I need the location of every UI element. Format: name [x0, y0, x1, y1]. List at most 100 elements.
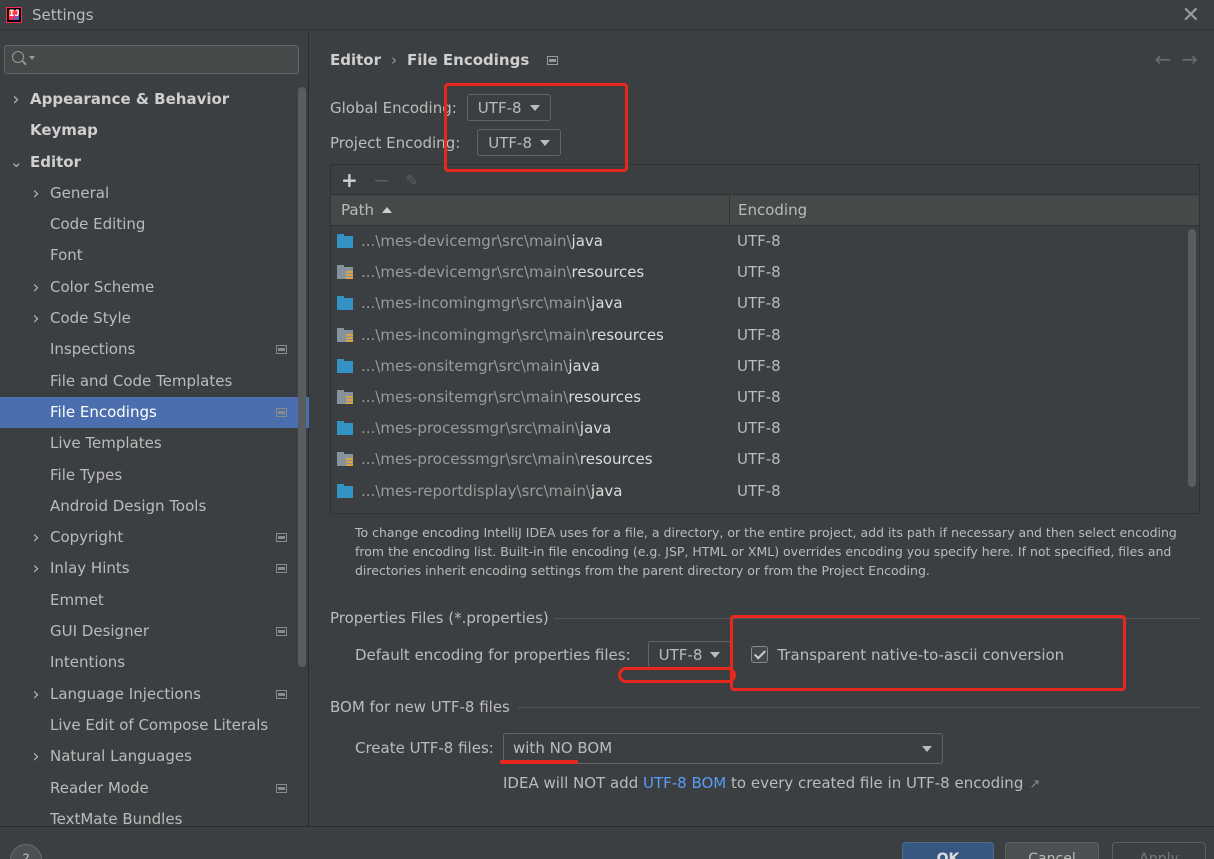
table-row[interactable]: ...\mes-reportdisplay\src\main\java UTF-8: [331, 476, 1199, 507]
sidebar-item[interactable]: Android Design Tools: [0, 491, 309, 522]
column-divider[interactable]: [729, 195, 730, 226]
table-row[interactable]: ...\mes-processmgr\src\main\resources UTF…: [331, 444, 1199, 475]
source-folder-icon: [337, 483, 353, 498]
chevron-down-icon[interactable]: ⌄: [10, 147, 23, 178]
table-row[interactable]: ...\mes-processmgr\src\main\java UTF-8: [331, 413, 1199, 444]
project-encoding-label: Project Encoding:: [330, 133, 461, 152]
sidebar-item[interactable]: File Encodings: [0, 396, 309, 429]
sidebar-item-label: Copyright: [50, 528, 124, 547]
apply-button[interactable]: Apply: [1112, 842, 1206, 859]
help-button[interactable]: ?: [10, 844, 42, 859]
row-path-leaf: java: [579, 419, 612, 438]
annotation-underline-bom: [500, 760, 578, 764]
table-row[interactable]: ...\mes-incomingmgr\src\main\resources UT…: [331, 320, 1199, 351]
chevron-down-icon[interactable]: [29, 56, 35, 60]
chevron-right-icon[interactable]: ›: [30, 303, 42, 334]
row-encoding[interactable]: UTF-8: [737, 413, 781, 444]
sidebar-item[interactable]: Live Templates: [0, 428, 309, 459]
row-encoding[interactable]: UTF-8: [737, 382, 781, 413]
sidebar-item[interactable]: › Copyright: [0, 522, 309, 553]
back-arrow-icon[interactable]: ←: [1154, 47, 1181, 71]
table-scrollbar[interactable]: [1188, 229, 1196, 487]
row-encoding[interactable]: UTF-8: [737, 288, 781, 319]
resources-folder-icon: [337, 327, 353, 343]
project-scope-icon: [276, 627, 287, 637]
row-path-prefix: ...\mes-reportdisplay\src\main\: [361, 481, 592, 500]
sidebar-item[interactable]: › Natural Languages: [0, 741, 309, 772]
page-title: File Encodings: [407, 51, 530, 69]
properties-encoding-select[interactable]: UTF-8: [647, 641, 732, 668]
chevron-right-icon[interactable]: ›: [30, 679, 42, 710]
row-path: ...\mes-processmgr\src\main\java: [361, 413, 611, 444]
row-path: ...\mes-processmgr\src\main\resources: [361, 444, 653, 475]
chevron-right-icon[interactable]: ›: [30, 553, 42, 584]
column-header-encoding[interactable]: Encoding: [738, 195, 807, 226]
close-icon[interactable]: ✕: [1182, 3, 1200, 28]
sidebar-item[interactable]: Live Edit of Compose Literals: [0, 710, 309, 741]
forward-arrow-icon[interactable]: →: [1181, 47, 1208, 71]
row-path: ...\mes-incomingmgr\src\main\resources: [361, 320, 664, 351]
sidebar-item-label: Inspections: [50, 340, 136, 359]
table-row[interactable]: ...\mes-incomingmgr\src\main\java UTF-8: [331, 288, 1199, 319]
project-scope-icon: [276, 533, 287, 543]
chevron-right-icon[interactable]: ›: [30, 522, 42, 553]
row-encoding[interactable]: UTF-8: [737, 476, 781, 507]
sidebar-item[interactable]: › Code Style: [0, 303, 309, 334]
chevron-right-icon[interactable]: ›: [10, 84, 22, 115]
add-icon[interactable]: +: [341, 168, 358, 192]
sidebar-item-label: Intentions: [50, 653, 126, 672]
table-row[interactable]: ...\mes-onsitemgr\src\main\resources UTF-…: [331, 382, 1199, 413]
sidebar-item[interactable]: › General: [0, 178, 309, 209]
sidebar-item[interactable]: Keymap: [0, 115, 309, 146]
sidebar-item-label: File Types: [50, 465, 123, 484]
sidebar-item[interactable]: › Appearance & Behavior: [0, 84, 309, 115]
chevron-right-icon[interactable]: ›: [30, 272, 42, 303]
properties-encoding-label: Default encoding for properties files:: [355, 645, 631, 664]
row-encoding[interactable]: UTF-8: [737, 444, 781, 475]
breadcrumb-parent[interactable]: Editor: [330, 51, 381, 69]
table-row[interactable]: ...\mes-onsitemgr\src\main\java UTF-8: [331, 351, 1199, 382]
table-row[interactable]: ...\mes-devicemgr\src\main\resources UTF-…: [331, 257, 1199, 288]
row-encoding[interactable]: UTF-8: [737, 257, 781, 288]
row-encoding[interactable]: UTF-8: [737, 226, 781, 257]
sidebar-scrollbar[interactable]: [298, 87, 306, 667]
remove-icon[interactable]: −: [373, 168, 390, 192]
search-icon: [12, 51, 24, 63]
source-folder-icon: [337, 234, 353, 248]
sidebar-item[interactable]: › Inlay Hints: [0, 553, 309, 584]
sidebar-item[interactable]: ⌄ Editor: [0, 147, 309, 178]
row-path-prefix: ...\mes-devicemgr\src\main\: [361, 232, 572, 250]
sidebar-item-label: Live Edit of Compose Literals: [50, 715, 269, 734]
sidebar-item[interactable]: Reader Mode: [0, 773, 309, 804]
sidebar-item[interactable]: › Language Injections: [0, 679, 309, 710]
sidebar-item[interactable]: File Types: [0, 460, 309, 491]
sidebar-item[interactable]: Code Editing: [0, 209, 309, 240]
utf8-bom-link[interactable]: UTF-8 BOM: [643, 774, 726, 792]
sidebar-item[interactable]: Emmet: [0, 585, 309, 616]
row-encoding[interactable]: UTF-8: [737, 320, 781, 351]
sidebar-item-label: Appearance & Behavior: [30, 90, 230, 108]
sidebar-item[interactable]: › Color Scheme: [0, 272, 309, 303]
sidebar-item-label: File Encodings: [50, 402, 157, 421]
column-header-path[interactable]: Path: [341, 195, 392, 226]
sidebar-item[interactable]: Inspections: [0, 334, 309, 365]
row-encoding[interactable]: UTF-8: [737, 351, 781, 382]
search-input[interactable]: [39, 50, 289, 70]
external-link-icon[interactable]: ↗: [1029, 777, 1040, 792]
sidebar-item[interactable]: Intentions: [0, 647, 309, 678]
sidebar-item[interactable]: File and Code Templates: [0, 366, 309, 397]
annotation-box-native-to-ascii: [730, 615, 1126, 691]
properties-section-title: Properties Files (*.properties): [330, 609, 549, 627]
project-scope-icon: [276, 564, 287, 574]
cancel-button[interactable]: Cancel: [1005, 842, 1099, 859]
chevron-right-icon[interactable]: ›: [30, 741, 42, 772]
edit-icon[interactable]: ✎: [405, 171, 418, 190]
sidebar-item[interactable]: GUI Designer: [0, 616, 309, 647]
search-box[interactable]: [4, 45, 299, 74]
source-folder-icon: [337, 358, 353, 373]
sidebar-item[interactable]: Font: [0, 240, 309, 271]
ok-button[interactable]: OK: [902, 842, 994, 859]
chevron-right-icon[interactable]: ›: [30, 178, 42, 209]
table-row[interactable]: ...\mes-devicemgr\src\main\java UTF-8: [331, 226, 1199, 257]
annotation-underline-properties: [618, 667, 736, 683]
